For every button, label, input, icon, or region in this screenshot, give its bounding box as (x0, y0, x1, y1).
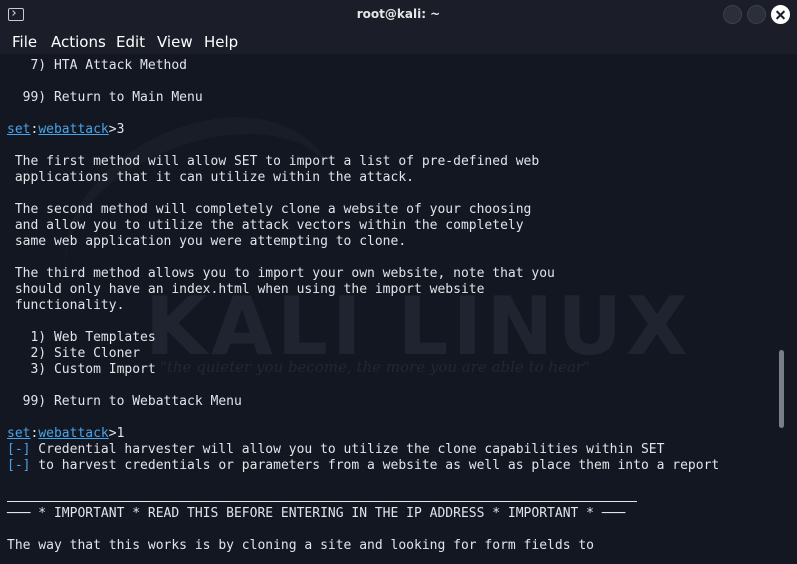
scrollbar-thumb[interactable] (779, 350, 784, 428)
info-text: to harvest credentials or parameters fro… (30, 458, 720, 473)
output-line: applications that it can utilize within … (7, 170, 414, 185)
info-text: Credential harvester will allow you to u… (30, 442, 665, 457)
info-bracket: [-] (7, 458, 31, 473)
prompt-module: webattack (38, 426, 109, 441)
output-line: 99) Return to Main Menu (7, 90, 203, 105)
menu-bar: File Actions Edit View Help (0, 30, 797, 54)
menu-option: 3) Custom Import (7, 362, 156, 377)
menu-option: 99) Return to Webattack Menu (7, 394, 242, 409)
divider-line (7, 490, 719, 506)
prompt-line: set:webattack>3 (7, 122, 719, 138)
prompt-module: webattack (38, 122, 109, 137)
maximize-button[interactable] (747, 5, 766, 24)
output-line: should only have an index.html when usin… (7, 282, 485, 297)
prompt-input: >3 (108, 122, 125, 137)
info-line: [-] to harvest credentials or parameters… (7, 458, 719, 474)
window-title: root@kali: ~ (356, 7, 441, 21)
menu-option: 1) Web Templates (7, 330, 156, 345)
menu-actions[interactable]: Actions (51, 33, 106, 51)
prompt-input: >1 (108, 426, 125, 441)
minimize-button[interactable] (723, 5, 742, 24)
menu-view[interactable]: View (157, 33, 193, 51)
menu-option: 2) Site Cloner (7, 346, 141, 361)
title-bar: root@kali: ~ (0, 0, 797, 30)
output-line: and allow you to utilize the attack vect… (7, 218, 524, 233)
prompt-set: set (7, 122, 31, 137)
output-line: functionality. (7, 298, 125, 313)
info-line: [-] Credential harvester will allow you … (7, 442, 719, 458)
output-line: same web application you were attempting… (7, 234, 407, 249)
output-line: The second method will completely clone … (7, 202, 532, 217)
output-line: The way that this works is by cloning a … (7, 538, 594, 553)
close-button[interactable] (771, 5, 790, 24)
terminal-window: root@kali: ~ File Actions Edit View Help… (0, 0, 797, 564)
important-banner: ─── * IMPORTANT * READ THIS BEFORE ENTER… (7, 506, 626, 521)
output-line: 7) HTA Attack Method (7, 58, 188, 73)
output-line: The third method allows you to import yo… (7, 266, 555, 281)
menu-help[interactable]: Help (204, 33, 238, 51)
prompt-line: set:webattack>1 (7, 426, 719, 442)
info-bracket: [-] (7, 442, 31, 457)
terminal-output[interactable]: KALI LINUX "the quieter you become, the … (0, 54, 797, 564)
prompt-set: set (7, 426, 31, 441)
output-line: The first method will allow SET to impor… (7, 154, 540, 169)
menu-file[interactable]: File (12, 33, 37, 51)
menu-edit[interactable]: Edit (116, 33, 145, 51)
